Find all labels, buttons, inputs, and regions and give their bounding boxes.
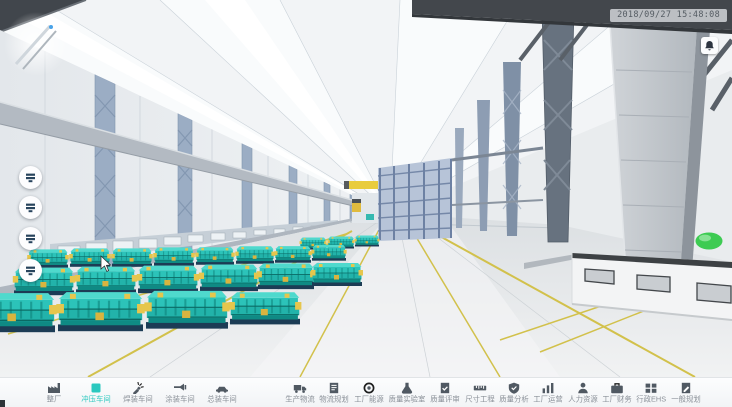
hotspot-button-3[interactable] xyxy=(19,227,42,250)
hotspot-button-4[interactable] xyxy=(19,259,42,282)
toolbar-item-logistics-planning[interactable]: 物流规划 xyxy=(318,382,350,404)
corner-notch xyxy=(0,400,5,407)
stamping-shop-icon xyxy=(89,382,103,394)
toolbar-item-general-planning[interactable]: 一般规划 xyxy=(670,382,702,404)
toolbar-item-label: 质量实验室 xyxy=(389,396,426,403)
paint-shop-icon xyxy=(173,382,187,394)
hotspot-button-2[interactable] xyxy=(19,196,42,219)
briefcase-icon xyxy=(610,382,624,394)
assembly-shop-icon xyxy=(215,382,229,394)
toolbar-item-dimensional-engineering[interactable]: 尺寸工程 xyxy=(464,382,496,404)
toolbar-item-label: 一般规划 xyxy=(671,396,700,403)
toolbar-item-factory-operations[interactable]: 工厂运营 xyxy=(532,382,564,404)
module-nav-group: 生产物流 物流规划 工厂能源 质量实验室 质量评审 尺寸工程 xyxy=(284,382,702,404)
welding-shop-icon xyxy=(131,382,145,394)
toolbar-item-label: 行政EHS xyxy=(636,396,666,403)
die-stack-icon xyxy=(25,202,36,213)
scene-3d-viewport[interactable] xyxy=(0,0,732,377)
toolbar-item-label: 焊装车间 xyxy=(123,396,152,403)
toolbar-item-label: 整厂 xyxy=(47,396,62,403)
truck-icon xyxy=(293,382,307,394)
toolbar-item-assembly-shop[interactable]: 总装车间 xyxy=(206,382,238,404)
toolbar-item-quality-analysis[interactable]: 质量分析 xyxy=(498,382,530,404)
toolbar-item-welding-shop[interactable]: 焊装车间 xyxy=(122,382,154,404)
toolbar-item-stamping-shop[interactable]: 冲压车间 xyxy=(80,382,112,404)
grid-icon xyxy=(644,382,658,394)
toolbar-item-factory-finance[interactable]: 工厂财务 xyxy=(601,382,633,404)
doc-pencil-icon xyxy=(679,382,693,394)
toolbar-item-human-resources[interactable]: 人力资源 xyxy=(567,382,599,404)
toolbar-item-label: 工厂运营 xyxy=(533,396,562,403)
toolbar-item-label: 人力资源 xyxy=(568,396,597,403)
bottom-toolbar: 整厂 冲压车间 焊装车间 涂装车间 总装车间 xyxy=(0,377,732,407)
factory-icon xyxy=(47,382,61,394)
energy-gauge-icon xyxy=(362,382,376,394)
lab-flask-icon xyxy=(400,382,414,394)
shield-check-icon xyxy=(507,382,521,394)
ruler-icon xyxy=(473,382,487,394)
toolbar-item-quality-lab[interactable]: 质量实验室 xyxy=(387,382,427,404)
storage-rack xyxy=(378,158,452,241)
toolbar-item-label: 尺寸工程 xyxy=(465,396,494,403)
ceiling-lamp-glow xyxy=(4,12,68,76)
toolbar-item-label: 生产物流 xyxy=(285,396,314,403)
bar-chart-icon xyxy=(541,382,555,394)
factory-hall-rendering xyxy=(0,0,732,377)
toolbar-item-label: 工厂财务 xyxy=(602,396,631,403)
die-stack-icon xyxy=(25,265,36,276)
timestamp: 2018/09/27 15:48:08 xyxy=(610,9,727,22)
quality-review-icon xyxy=(438,382,452,394)
toolbar-item-quality-review[interactable]: 质量评审 xyxy=(429,382,461,404)
die-stack-icon xyxy=(25,172,36,183)
shop-nav-group: 整厂 冲压车间 焊装车间 涂装车间 总装车间 xyxy=(38,382,238,404)
toolbar-item-paint-shop[interactable]: 涂装车间 xyxy=(164,382,196,404)
toolbar-item-label: 工厂能源 xyxy=(354,396,383,403)
notification-button[interactable] xyxy=(701,37,718,54)
digital-twin-factory-app: 2018/09/27 15:48:08 整厂 xyxy=(0,0,732,407)
toolbar-item-factory-energy[interactable]: 工厂能源 xyxy=(353,382,385,404)
toolbar-item-label: 物流规划 xyxy=(320,396,349,403)
bell-icon xyxy=(704,40,715,51)
toolbar-item-label: 涂装车间 xyxy=(165,396,194,403)
green-status-marker[interactable] xyxy=(696,233,723,250)
toolbar-item-label: 质量评审 xyxy=(431,396,460,403)
logistics-plan-icon xyxy=(327,382,341,394)
toolbar-item-label: 冲压车间 xyxy=(81,396,110,403)
die-stack-icon xyxy=(25,233,36,244)
person-icon xyxy=(576,382,590,394)
toolbar-item-label: 质量分析 xyxy=(499,396,528,403)
toolbar-item-label: 总装车间 xyxy=(207,396,236,403)
toolbar-item-production-logistics[interactable]: 生产物流 xyxy=(284,382,316,404)
toolbar-item-admin-ehs[interactable]: 行政EHS xyxy=(635,382,667,404)
toolbar-item-whole-plant[interactable]: 整厂 xyxy=(38,382,70,404)
hotspot-button-1[interactable] xyxy=(19,166,42,189)
